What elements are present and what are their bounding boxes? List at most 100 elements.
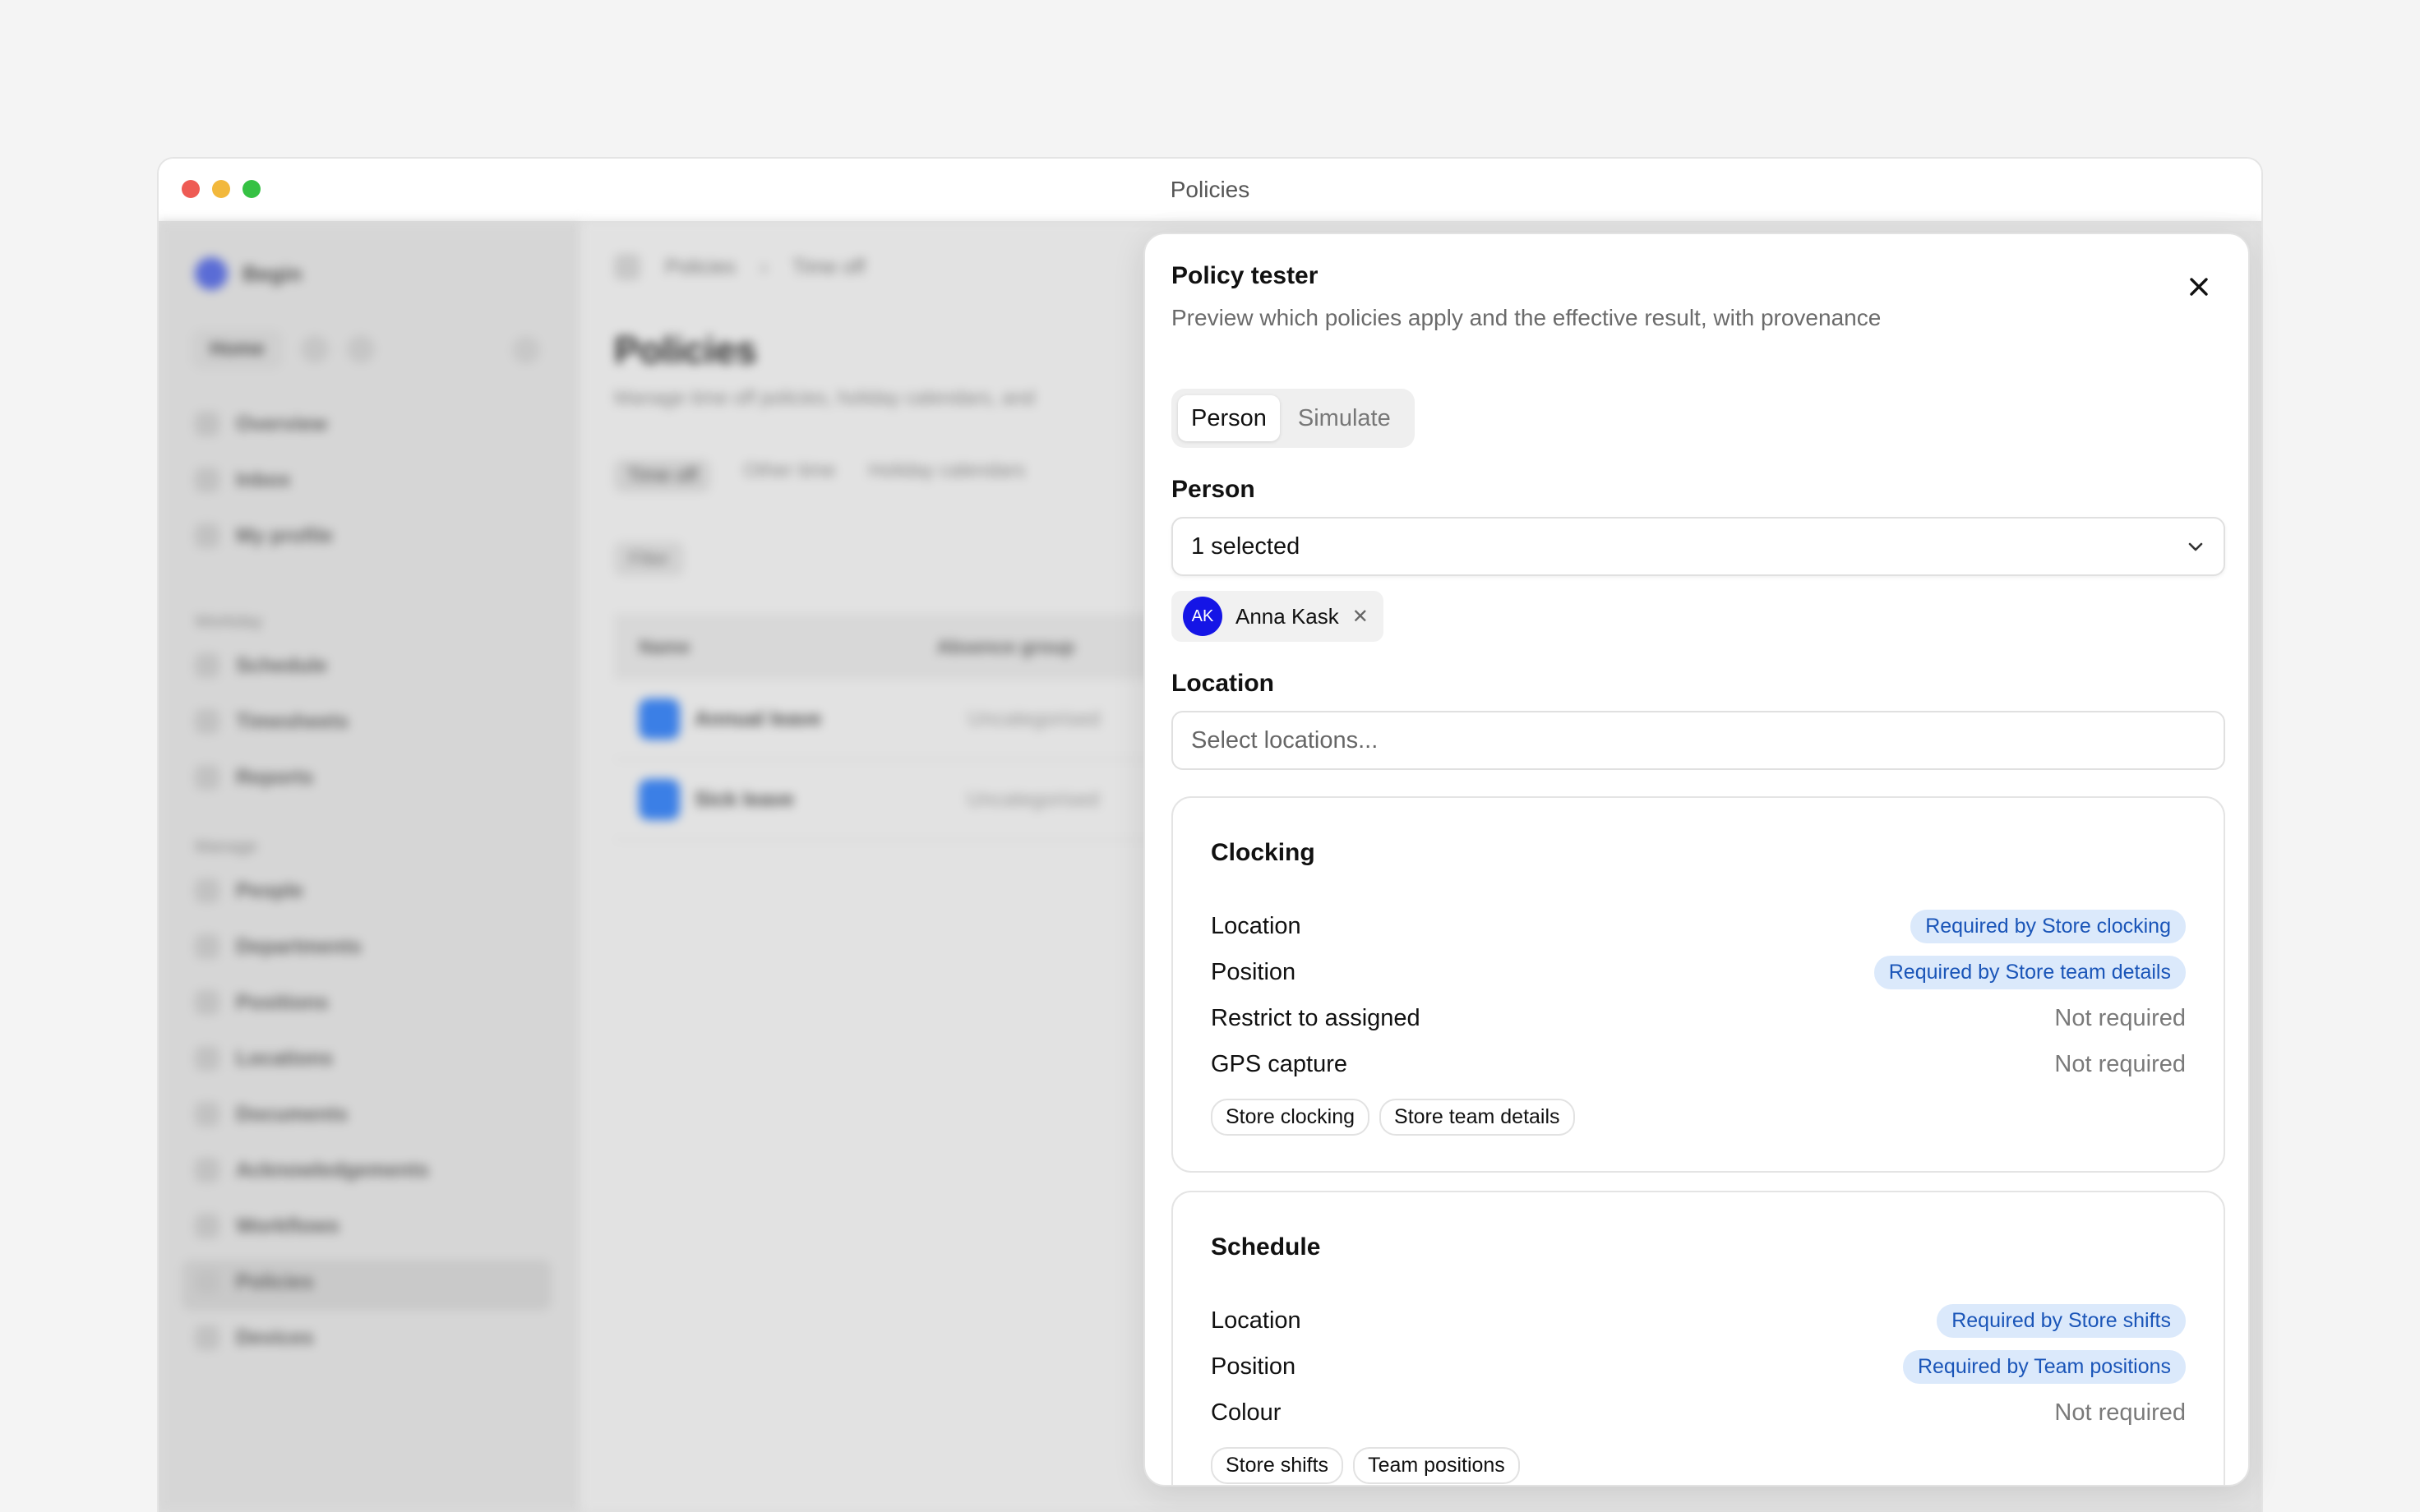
sidebar-item-label: Overview: [236, 412, 328, 436]
close-window-button[interactable]: [182, 180, 200, 198]
sidebar-item-label: My profile: [236, 523, 334, 547]
sidebar-item-positions[interactable]: Positions: [195, 990, 329, 1015]
sidebar-toolbar: Home: [192, 330, 375, 369]
sidebar-item-label: Inbox: [236, 468, 291, 491]
notifications-icon[interactable]: [346, 335, 375, 363]
location-input[interactable]: Select locations...: [1171, 711, 2225, 770]
policy-tag[interactable]: Team positions: [1353, 1447, 1520, 1484]
avatar: AK: [1183, 597, 1222, 636]
source-policy-tags: Store clocking Store team details: [1211, 1099, 1575, 1136]
panel-description: Preview which policies apply and the eff…: [1171, 305, 1882, 330]
sidebar-item-inbox[interactable]: Inbox: [195, 468, 291, 492]
person-select-value: 1 selected: [1191, 532, 1300, 560]
tab-holiday-calendars[interactable]: Holiday calendars: [868, 459, 1025, 492]
policy-row: Colour Not required: [1211, 1394, 2186, 1431]
zoom-window-button[interactable]: [242, 180, 261, 198]
policy-tag[interactable]: Store shifts: [1211, 1447, 1344, 1484]
sidebar-item-departments[interactable]: Departments: [195, 934, 362, 959]
mode-toggle: Person Simulate: [1171, 389, 1415, 448]
minimize-window-button[interactable]: [212, 180, 230, 198]
column-header[interactable]: Name: [639, 636, 690, 658]
row-name: Sick leave: [695, 787, 794, 811]
sidebar-item-timesheets[interactable]: Timesheets: [195, 709, 349, 734]
sidebar-item-label: People: [236, 878, 303, 902]
reports-icon: [195, 765, 219, 790]
remove-person-icon[interactable]: ✕: [1352, 605, 1369, 629]
sidebar-item-schedule[interactable]: Schedule: [195, 653, 327, 678]
sidebar-item-overview[interactable]: Overview: [195, 412, 327, 436]
page-title: Policies: [614, 329, 757, 371]
filter-button[interactable]: Filter: [614, 542, 684, 576]
search-icon[interactable]: [512, 336, 540, 364]
document-icon: [195, 1102, 219, 1127]
breadcrumb-item: Time off: [792, 255, 866, 279]
sidebar-item-label: Locations: [236, 1046, 334, 1070]
policy-tag[interactable]: Store team details: [1379, 1099, 1575, 1136]
row-label: Location: [1211, 912, 1301, 939]
sidebar-item-label: Departments: [236, 934, 362, 958]
row-label: GPS capture: [1211, 1050, 1348, 1077]
row-label: Location: [1211, 1307, 1301, 1334]
policy-tag[interactable]: Store clocking: [1211, 1099, 1370, 1136]
policy-color-icon: [639, 779, 680, 820]
card-title: Clocking: [1211, 839, 1315, 866]
row-group: Uncategorised: [966, 787, 1100, 811]
person-label: Person: [1171, 476, 1255, 503]
main-tabs: Time off Other time Holiday calendars: [614, 459, 1025, 492]
overview-icon: [195, 412, 219, 436]
sidebar-item-devices[interactable]: Devices: [195, 1325, 314, 1350]
sidebar: Begin Home Overview Inbox My profile Wor…: [159, 221, 581, 1512]
breadcrumb-item[interactable]: Policies: [665, 256, 736, 279]
policy-tester-panel: Policy tester Preview which policies app…: [1143, 233, 2250, 1487]
policy-row: Position Required by Store team details: [1211, 954, 2186, 990]
tab-simulate[interactable]: Simulate: [1285, 395, 1404, 441]
sidebar-item-my-profile[interactable]: My profile: [195, 523, 333, 548]
home-button[interactable]: Home: [192, 330, 283, 369]
status-badge: Required by Store shifts: [1937, 1303, 2186, 1338]
sidebar-item-policies[interactable]: Policies: [195, 1270, 314, 1294]
row-label: Position: [1211, 1353, 1296, 1380]
policy-row: Location Required by Store clocking: [1211, 908, 2186, 944]
card-title: Schedule: [1211, 1233, 1321, 1261]
person-select[interactable]: 1 selected: [1171, 517, 2225, 576]
sidebar-toggle-icon[interactable]: [614, 254, 640, 280]
policy-color-icon: [639, 698, 680, 740]
status-badge: Required by Store clocking: [1910, 909, 2186, 943]
schedule-card: Schedule Location Required by Store shif…: [1171, 1191, 2225, 1485]
chevron-down-icon: [2188, 542, 2203, 551]
sidebar-item-acknowledgements[interactable]: Acknowledgements: [195, 1158, 429, 1182]
policy-row: Location Required by Store shifts: [1211, 1302, 2186, 1339]
row-value: Not required: [2054, 1399, 2186, 1426]
departments-icon: [195, 934, 219, 959]
sidebar-item-workflows[interactable]: Workflows: [195, 1214, 339, 1238]
policy-row: Position Required by Team positions: [1211, 1348, 2186, 1385]
status-badge: Required by Team positions: [1902, 1349, 2186, 1384]
row-name: Annual leave: [695, 707, 822, 731]
selected-person-chip: AK Anna Kask ✕: [1171, 591, 1383, 642]
sidebar-item-documents[interactable]: Documents: [195, 1102, 348, 1127]
sidebar-item-reports[interactable]: Reports: [195, 765, 313, 790]
close-icon: [2190, 278, 2208, 296]
source-policy-tags: Store shifts Team positions: [1211, 1447, 1520, 1484]
window-title: Policies: [1170, 177, 1250, 202]
row-group: Uncategorised: [968, 707, 1101, 731]
close-panel-button[interactable]: [2182, 270, 2215, 303]
policy-row: Restrict to assigned Not required: [1211, 1000, 2186, 1036]
location-placeholder: Select locations...: [1191, 726, 1379, 754]
sidebar-item-label: Documents: [236, 1102, 349, 1126]
calendar-icon: [195, 653, 219, 678]
title-bar: Policies: [159, 159, 2261, 221]
page-subtitle: Manage time off policies, holiday calend…: [614, 387, 1035, 409]
sidebar-item-label: Policies: [236, 1270, 314, 1293]
sidebar-item-locations[interactable]: Locations: [195, 1046, 333, 1071]
column-header[interactable]: Absence group: [937, 636, 1074, 658]
acknowledgement-icon: [195, 1158, 219, 1182]
tab-other-time[interactable]: Other time: [743, 459, 835, 492]
history-icon[interactable]: [300, 335, 329, 363]
device-icon: [195, 1325, 219, 1350]
tab-time-off[interactable]: Time off: [614, 459, 711, 492]
window-controls: [182, 180, 261, 198]
workspace-switcher[interactable]: Begin: [195, 257, 302, 290]
sidebar-item-people[interactable]: People: [195, 878, 303, 903]
tab-person[interactable]: Person: [1178, 395, 1280, 441]
